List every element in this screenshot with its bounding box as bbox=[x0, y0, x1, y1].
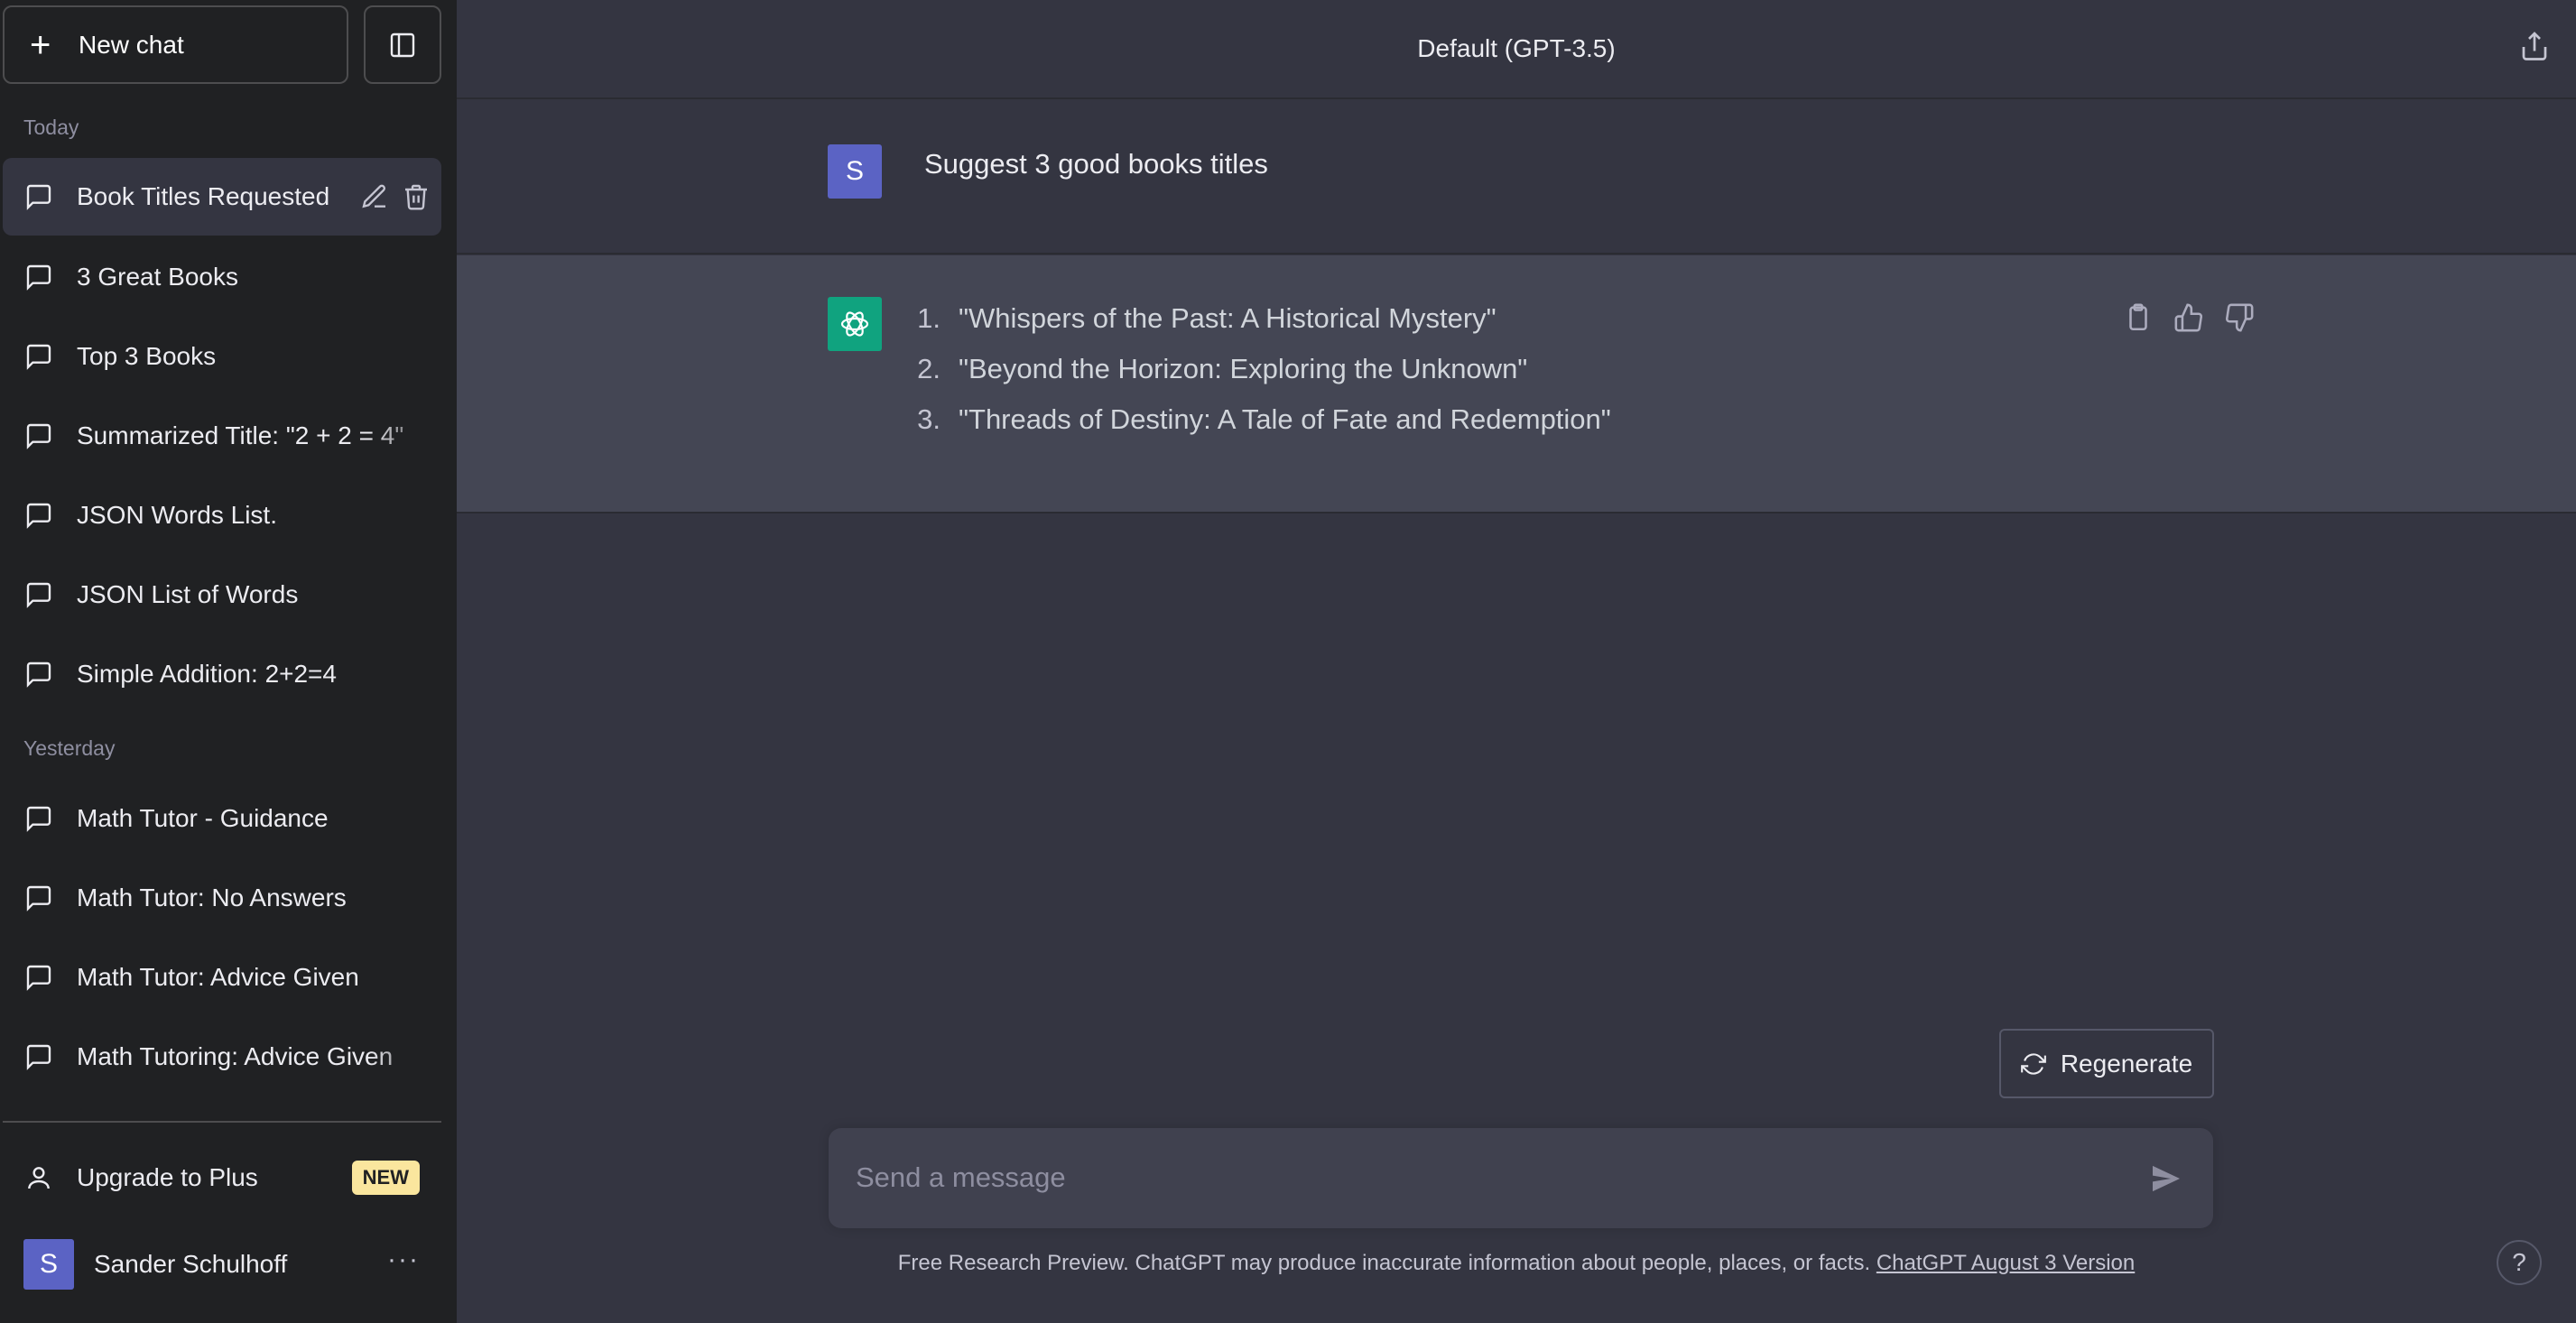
sidebar-toggle-icon bbox=[390, 32, 415, 57]
conversation-title: Simple Addition: 2+2=4 bbox=[77, 660, 337, 688]
conversation-title: JSON Words List. bbox=[77, 501, 277, 529]
conversation-item[interactable]: Simple Addition: 2+2=4 bbox=[3, 635, 441, 713]
conversation-title: Top 3 Books bbox=[77, 342, 217, 370]
section-label-yesterday: Yesterday bbox=[23, 736, 116, 760]
chat-bubble-icon bbox=[26, 423, 51, 449]
chat-bubble-icon bbox=[26, 1044, 51, 1070]
main-panel: Default (GPT-3.5) S Suggest 3 good books… bbox=[457, 0, 2576, 1323]
plus-icon: + bbox=[30, 24, 51, 65]
user-profile-button[interactable]: S Sander Schulhoff ··· bbox=[3, 1226, 441, 1303]
conversation-title: JSON List of Words bbox=[77, 580, 299, 608]
list-item: 2. "Beyond the Horizon: Exploring the Unk… bbox=[917, 353, 1528, 384]
chat-bubble-icon bbox=[26, 885, 51, 911]
user-name: Sander Schulhoff bbox=[94, 1250, 288, 1278]
thumbs-down-icon[interactable] bbox=[2224, 302, 2255, 333]
chat-bubble-icon bbox=[26, 965, 51, 991]
footer-disclaimer: Free Research Preview. ChatGPT may produ… bbox=[457, 1251, 2576, 1276]
clipboard-icon[interactable] bbox=[2123, 302, 2154, 333]
conversation-item[interactable]: JSON Words List. bbox=[3, 476, 441, 554]
message-composer bbox=[829, 1128, 2213, 1228]
user-icon bbox=[28, 1167, 50, 1189]
chat-bubble-icon bbox=[26, 806, 51, 832]
conversation-title: Math Tutor: No Answers bbox=[77, 884, 347, 911]
conversation-item[interactable]: 3 Great Books bbox=[3, 238, 441, 316]
chat-bubble-icon bbox=[26, 582, 51, 608]
list-item: 3. "Threads of Destiny: A Tale of Fate an… bbox=[917, 403, 1611, 435]
chat-bubble-icon bbox=[26, 264, 51, 291]
refresh-icon bbox=[2020, 1052, 2046, 1075]
assistant-list: 1. "Whispers of the Past: A Historical My… bbox=[890, 302, 1611, 454]
conversation-item[interactable]: Math Tutor: Advice Given bbox=[3, 939, 441, 1016]
new-chat-button[interactable]: + New chat bbox=[3, 5, 348, 84]
model-title: Default (GPT-3.5) bbox=[1417, 34, 1616, 62]
conversation-title: Math Tutor - Guidance bbox=[77, 804, 329, 832]
list-item: 1. "Whispers of the Past: A Historical My… bbox=[917, 302, 1496, 334]
conversation-item[interactable]: Top 3 Books bbox=[3, 318, 441, 395]
assistant-message: 1. "Whispers of the Past: A Historical My… bbox=[457, 255, 2576, 513]
conversation-item[interactable]: Math Tutor - Guidance bbox=[3, 780, 441, 857]
help-button[interactable]: ? bbox=[2497, 1240, 2542, 1285]
top-bar: Default (GPT-3.5) bbox=[457, 0, 2576, 99]
user-message-text: Suggest 3 good books titles bbox=[924, 148, 1268, 180]
toggle-sidebar-button[interactable] bbox=[364, 5, 441, 84]
conversation-title: 3 Great Books bbox=[77, 263, 238, 291]
footer-text: Free Research Preview. ChatGPT may produ… bbox=[897, 1251, 1871, 1275]
conversation-item[interactable]: Summarized Title: "2 + 2 = 4" bbox=[3, 397, 441, 475]
conversation-item[interactable]: Book Titles Requested bbox=[3, 158, 441, 236]
thumbs-up-icon[interactable] bbox=[2173, 302, 2204, 333]
new-chat-label: New chat bbox=[79, 30, 184, 59]
chatgpt-logo-icon bbox=[828, 297, 882, 351]
conversation-item[interactable]: Math Tutoring: Advice Given bbox=[3, 1018, 441, 1096]
conversation-title: Math Tutor: Advice Given bbox=[77, 963, 359, 991]
send-icon[interactable] bbox=[2148, 1161, 2184, 1197]
sidebar: + New chat Today Book Titles Requested 3… bbox=[0, 0, 457, 1323]
conversation-title: Summarized Title: "2 + 2 = 4" bbox=[77, 421, 404, 449]
regenerate-label: Regenerate bbox=[2060, 1049, 2193, 1078]
chat-bubble-icon bbox=[26, 503, 51, 529]
upgrade-to-plus-button[interactable]: Upgrade to Plus NEW bbox=[3, 1139, 441, 1217]
version-link[interactable]: ChatGPT August 3 Version bbox=[1876, 1251, 2135, 1275]
user-avatar: S bbox=[828, 144, 882, 199]
chat-bubble-icon bbox=[26, 662, 51, 688]
section-label-today: Today bbox=[23, 116, 79, 139]
chat-bubble-icon bbox=[26, 184, 51, 210]
message-input[interactable] bbox=[856, 1155, 2119, 1200]
regenerate-button[interactable]: Regenerate bbox=[1999, 1029, 2214, 1098]
conversation-title: Book Titles Requested bbox=[77, 182, 330, 210]
sidebar-divider bbox=[3, 1121, 441, 1123]
upgrade-label: Upgrade to Plus bbox=[77, 1163, 258, 1191]
conversation-item[interactable]: JSON List of Words bbox=[3, 556, 441, 634]
more-options-icon[interactable]: ··· bbox=[387, 1246, 420, 1273]
share-icon[interactable] bbox=[2518, 31, 2551, 63]
delete-icon[interactable] bbox=[402, 182, 431, 211]
new-badge: NEW bbox=[351, 1161, 420, 1195]
message-actions bbox=[2123, 302, 2255, 333]
edit-icon[interactable] bbox=[360, 182, 389, 211]
conversation-title: Math Tutoring: Advice Given bbox=[77, 1042, 394, 1070]
user-message: S Suggest 3 good books titles bbox=[457, 101, 2576, 254]
avatar: S bbox=[23, 1239, 74, 1290]
chat-bubble-icon bbox=[26, 344, 51, 370]
conversation-item[interactable]: Math Tutor: No Answers bbox=[3, 859, 441, 937]
